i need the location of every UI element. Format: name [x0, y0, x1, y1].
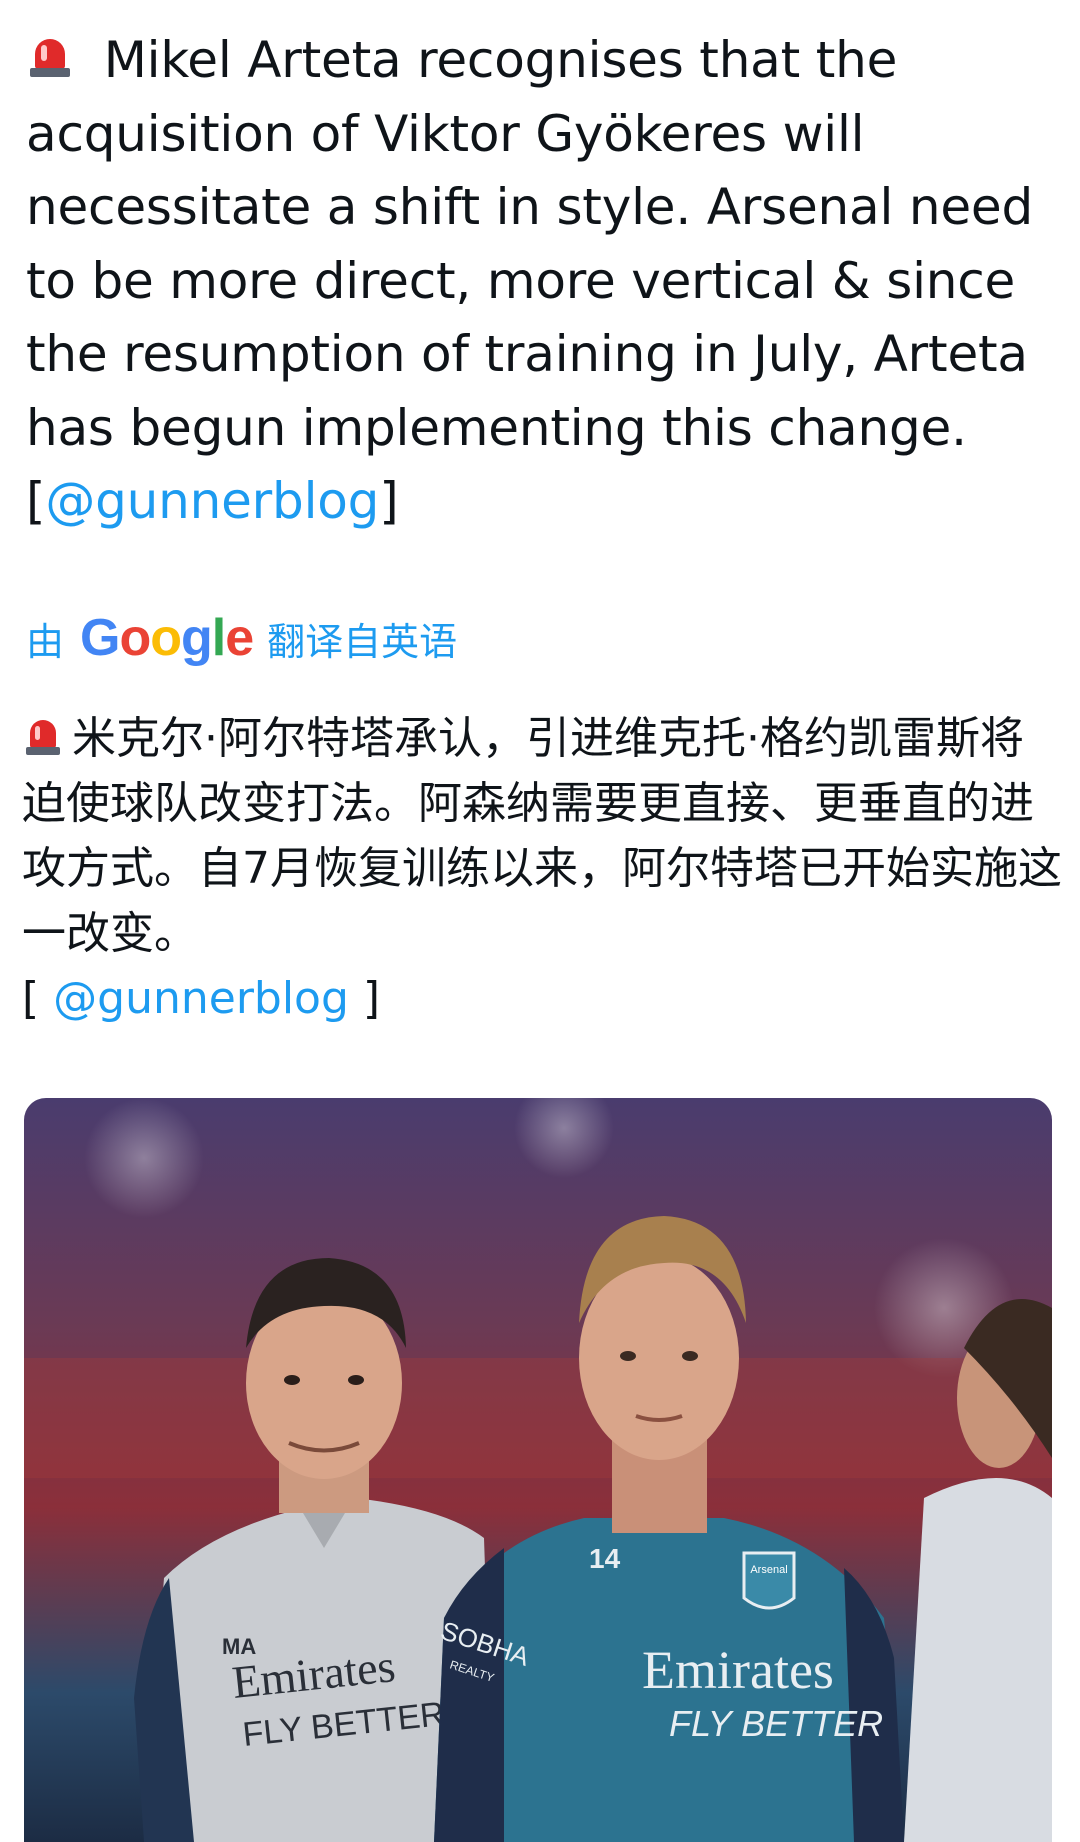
shirt-number: 14	[589, 1543, 621, 1574]
by-label: 由	[26, 619, 65, 664]
mention-link[interactable]: @gunnerblog	[53, 973, 349, 1024]
translated-text: 米克尔·阿尔特塔承认，引进维克托·格约凯雷斯将迫使球队改变打法。阿森纳需要更直接…	[22, 713, 1062, 959]
crest-text: Arsenal	[750, 1564, 787, 1576]
translated-from-english-label: 翻译自英语	[267, 619, 458, 664]
mention-link[interactable]: @gunnerblog	[45, 472, 379, 530]
translated-by-google[interactable]: 由 Google 翻译自英语	[26, 608, 457, 668]
left-initials: MA	[222, 1634, 256, 1659]
right-shirt-sub: FLY BETTER	[669, 1703, 883, 1744]
right-shirt-sponsor: Emirates	[642, 1640, 834, 1700]
post-text-end: ]	[379, 472, 399, 530]
google-logo: Google	[80, 609, 254, 667]
post-photo[interactable]: Emirates FLY BETTER MA Arsenal 14 Emirat…	[24, 1098, 1052, 1842]
photo-illustration: Emirates FLY BETTER MA Arsenal 14 Emirat…	[24, 1098, 1052, 1842]
rotating-light-icon	[26, 35, 74, 79]
post-text: Mikel Arteta recognises that the acquisi…	[26, 31, 1033, 530]
post-body: Mikel Arteta recognises that the acquisi…	[26, 24, 1036, 539]
rotating-light-icon	[22, 717, 64, 757]
translated-body: 米克尔·阿尔特塔承认，引进维克托·格约凯雷斯将迫使球队改变打法。阿森纳需要更直接…	[22, 713, 1062, 1024]
